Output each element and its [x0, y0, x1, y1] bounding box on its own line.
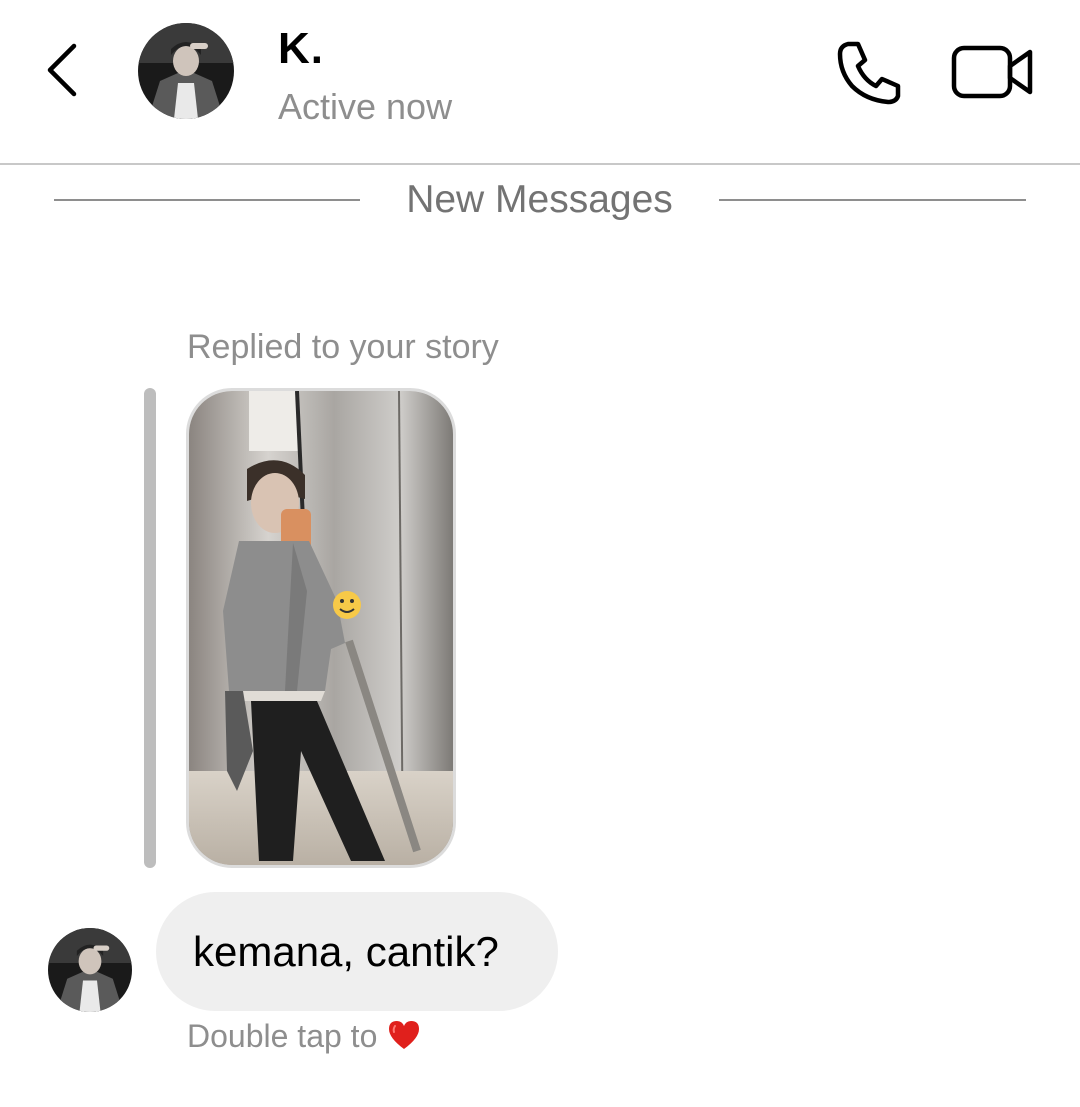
double-tap-hint: Double tap to	[187, 1018, 421, 1055]
back-button[interactable]	[40, 38, 88, 102]
contact-name[interactable]: K.	[278, 24, 324, 74]
active-status: Active now	[278, 86, 453, 127]
divider-line-right	[719, 199, 1026, 201]
phone-icon	[837, 41, 901, 105]
chat-header: K. Active now	[0, 0, 1080, 165]
contact-avatar[interactable]	[138, 23, 234, 119]
message-bubble[interactable]: kemana, cantik?	[156, 892, 558, 1011]
story-photo	[189, 391, 453, 865]
avatar-image	[48, 928, 132, 1012]
avatar-image	[138, 23, 234, 119]
story-thumbnail[interactable]	[186, 388, 456, 868]
chat-screen: K. Active now New Messages Replied to yo…	[0, 0, 1080, 1107]
audio-call-button[interactable]	[834, 36, 906, 108]
red-heart-icon	[387, 1019, 421, 1051]
new-messages-divider: New Messages	[406, 178, 673, 221]
reply-indicator-bar	[144, 388, 156, 868]
video-call-button[interactable]	[948, 40, 1036, 104]
sender-avatar[interactable]	[48, 928, 132, 1012]
divider-line-left	[54, 199, 360, 201]
double-tap-hint-label: Double tap to	[187, 1018, 378, 1054]
chevron-left-icon	[47, 43, 77, 97]
story-reply-caption: Replied to your story	[187, 328, 499, 366]
video-camera-icon	[951, 45, 1033, 99]
